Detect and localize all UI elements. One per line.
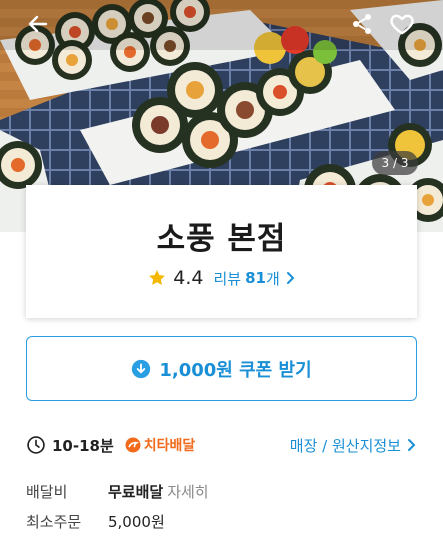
review-count: 81	[245, 269, 266, 287]
hero-topbar	[0, 0, 443, 48]
delivery-fee-label: 배달비	[26, 482, 68, 501]
min-order-row: 최소주문 5,000원	[26, 509, 417, 533]
clock-icon	[27, 436, 45, 454]
chevron-right-icon	[286, 272, 295, 284]
rating-value: 4.4	[173, 267, 204, 289]
back-arrow-icon	[28, 15, 48, 33]
star-icon	[149, 270, 166, 285]
store-name: 소풍 본점	[156, 221, 287, 257]
delivery-fee-detail-link[interactable]: 자세히	[167, 481, 208, 502]
favorite-button[interactable]	[384, 6, 420, 42]
share-button[interactable]	[344, 6, 380, 42]
rating-row: 4.4 리뷰 81 개	[26, 267, 417, 289]
cheetah-label: 치타배달	[143, 438, 196, 454]
coupon-download-button[interactable]: 1,000원 쿠폰 받기	[26, 336, 417, 401]
min-order-label: 최소주문	[26, 512, 82, 531]
review-unit: 개	[265, 269, 280, 288]
min-order-value: 5,000원	[108, 512, 165, 531]
delivery-fee-row: 배달비 무료배달 자세히	[26, 479, 417, 503]
delivery-time: 10-18분	[52, 436, 114, 455]
chevron-right-icon	[408, 439, 416, 451]
store-origin-info-link[interactable]: 매장 / 원산지정보	[290, 435, 417, 456]
cheetah-icon	[125, 437, 141, 453]
coupon-label: 1,000원 쿠폰 받기	[159, 359, 312, 381]
cheetah-delivery-badge: 치타배달	[124, 435, 196, 455]
store-header-card: 소풍 본점 4.4 리뷰 81 개	[26, 185, 417, 318]
share-icon	[353, 14, 371, 34]
delivery-info-row: 10-18분 치타배달 매장 / 원산지정보	[26, 432, 417, 458]
store-info-label: 매장 / 원산지정보	[289, 436, 401, 455]
heart-icon	[390, 14, 414, 35]
image-counter-badge: 3 / 3	[372, 151, 418, 175]
download-icon	[132, 359, 151, 378]
review-label: 리뷰	[213, 269, 242, 288]
back-button[interactable]	[20, 6, 56, 42]
delivery-fee-value: 무료배달	[108, 482, 164, 501]
reviews-link[interactable]: 리뷰 81 개	[213, 268, 295, 289]
